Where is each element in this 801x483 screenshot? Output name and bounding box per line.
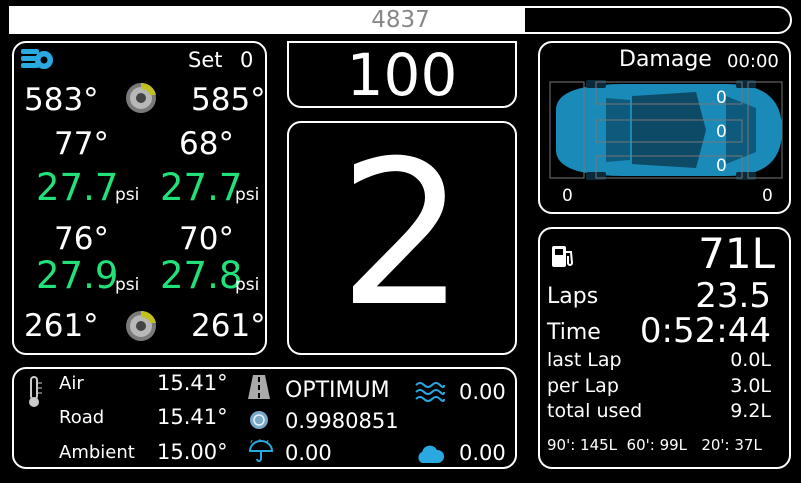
tyre-pressure-front-right: 27.7 (160, 166, 243, 209)
damage-time: 00:00 (727, 51, 779, 72)
water-waves-icon (415, 382, 445, 402)
car-top-view-image (549, 80, 783, 180)
tyre-stack-icon (21, 49, 53, 69)
fuel-amount: 71L (698, 229, 775, 278)
tyre-set-label: Set (188, 48, 223, 72)
tyre-temp-front-right: 68° (179, 126, 234, 162)
pressure-unit-rear-right: psi (235, 275, 260, 295)
brake-temp-rear-right: 261° (191, 308, 266, 344)
fuel-panel: 71L Laps 23.5 Time 0:52:44 last Lap 0.0L… (538, 227, 791, 469)
pressure-unit-front-right: psi (235, 185, 260, 205)
road-temp-label: Road (59, 407, 105, 428)
gear-panel: 2 (287, 121, 517, 355)
grip-value: 0.9980851 (285, 409, 399, 433)
brake-disc-icon (126, 82, 156, 113)
fuel-per-lap-value: 3.0L (730, 375, 771, 397)
fuel-total-used-value: 9.2L (730, 400, 771, 422)
tyre-temp-rear-left: 76° (54, 221, 109, 257)
speed-value: 100 (346, 41, 458, 109)
fuel-last-lap-label: last Lap (547, 349, 622, 371)
tyre-pressure-rear-right: 27.8 (160, 254, 243, 297)
weather-panel: Air 15.41° Road 15.41° Ambient 15.00° OP… (12, 367, 517, 469)
rpm-value: 4837 (371, 7, 430, 33)
damage-front: 0 (716, 88, 727, 108)
tyre-temp-rear-right: 70° (179, 221, 234, 257)
tyre-set-value: 0 (240, 48, 254, 72)
air-temp-label: Air (59, 373, 84, 394)
rain-umbrella-icon (248, 439, 274, 462)
fuel-laps-value: 23.5 (695, 276, 771, 316)
tyres-panel: Set 0 583° 585° 77° 68° 27.7 psi 27.7 ps… (12, 41, 267, 355)
fuel-time-label: Time (547, 320, 601, 345)
fuel-laps-label: Laps (547, 284, 599, 309)
fuel-total-used-label: total used (547, 400, 643, 422)
tyre-temp-front-left: 77° (54, 126, 109, 162)
gear-value: 2 (338, 118, 466, 351)
ambient-temp-value: 15.00° (157, 440, 228, 464)
tyre-pressure-rear-left: 27.9 (36, 254, 119, 297)
air-temp-value: 15.41° (157, 371, 228, 395)
fuel-time-value: 0:52:44 (639, 311, 771, 351)
brake-temp-front-right: 585° (191, 82, 266, 118)
road-temp-value: 15.41° (157, 405, 228, 429)
water-value: 0.00 (459, 380, 506, 404)
tyre-pressure-front-left: 27.7 (36, 166, 119, 209)
pressure-unit-rear-left: psi (115, 275, 140, 295)
damage-rear: 0 (716, 156, 727, 176)
track-state: OPTIMUM (285, 378, 390, 403)
fuel-pump-icon (552, 246, 574, 267)
brake-temp-rear-left: 261° (24, 308, 99, 344)
fuel-last-lap-value: 0.0L (730, 349, 771, 371)
damage-left: 0 (562, 186, 573, 206)
damage-right: 0 (762, 186, 773, 206)
rpm-bar: 4837 (9, 6, 792, 34)
grip-icon (250, 411, 268, 429)
clouds-value: 0.00 (459, 441, 506, 465)
damage-title: Damage (619, 47, 712, 72)
cloud-icon (418, 445, 445, 463)
fuel-per-lap-label: per Lap (547, 375, 619, 397)
brake-temp-front-left: 583° (24, 82, 99, 118)
pressure-unit-front-left: psi (115, 185, 140, 205)
damage-panel: Damage 00:00 0 0 0 0 0 (538, 41, 791, 214)
rain-value: 0.00 (285, 441, 332, 465)
fuel-forecast: 90': 145L 60': 99L 20': 37L (547, 436, 762, 454)
damage-center: 0 (716, 122, 727, 142)
brake-disc-icon (126, 310, 156, 341)
thermometer-icon (29, 376, 42, 407)
road-icon (248, 375, 270, 399)
ambient-temp-label: Ambient (59, 442, 135, 463)
speed-panel: 100 (287, 41, 517, 108)
